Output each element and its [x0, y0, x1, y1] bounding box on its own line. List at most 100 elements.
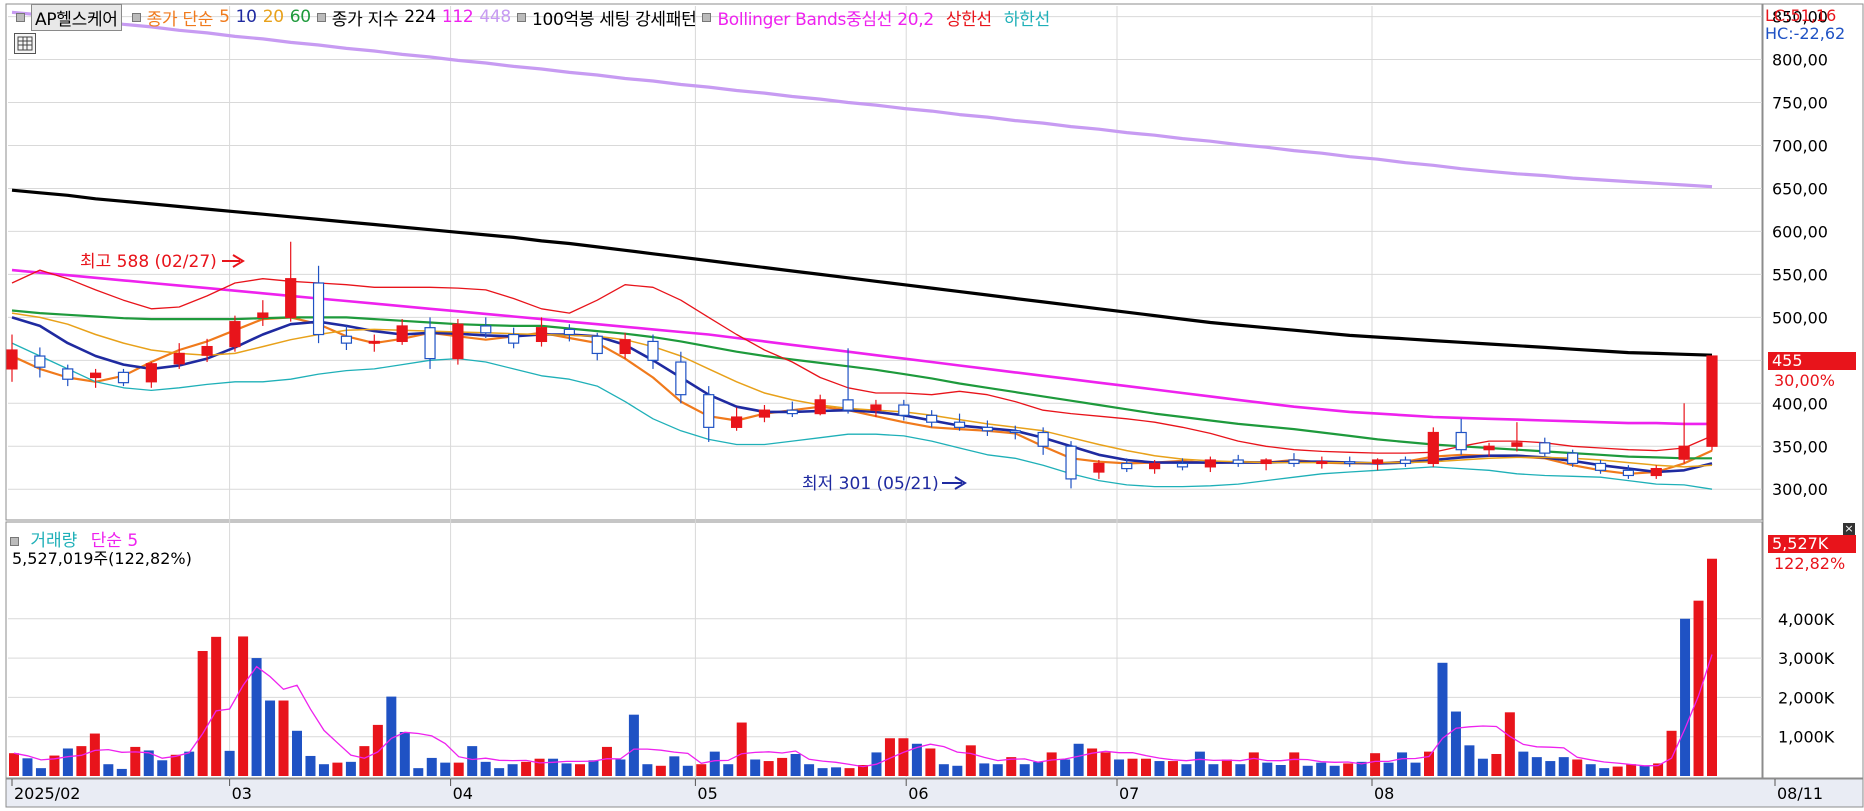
- candle[interactable]: [452, 319, 464, 365]
- ma20-label[interactable]: 20: [263, 7, 284, 27]
- volume-bar[interactable]: [1464, 745, 1475, 776]
- volume-bar[interactable]: [426, 757, 437, 776]
- volume-bar[interactable]: [979, 763, 990, 776]
- volume-bar[interactable]: [1639, 765, 1650, 776]
- volume-bar[interactable]: [1154, 761, 1165, 776]
- volume-bar[interactable]: [1572, 759, 1583, 776]
- volume-bar[interactable]: [1248, 752, 1259, 776]
- volume-bar[interactable]: [817, 768, 828, 776]
- volume-bar[interactable]: [938, 764, 949, 776]
- volume-bar[interactable]: [548, 758, 559, 776]
- volume-bar[interactable]: [1666, 730, 1677, 776]
- volume-bar[interactable]: [211, 636, 222, 776]
- volume-bar[interactable]: [507, 764, 518, 776]
- volume-bar[interactable]: [1141, 758, 1151, 776]
- volume-bar[interactable]: [777, 757, 788, 776]
- volume-bar[interactable]: [292, 730, 302, 776]
- volume-bar[interactable]: [197, 650, 208, 776]
- volume-bar[interactable]: [655, 765, 666, 776]
- ma10-label[interactable]: 10: [236, 7, 257, 27]
- volume-bar[interactable]: [1707, 558, 1717, 776]
- ema-label[interactable]: 종가 지수: [332, 5, 399, 30]
- volume-bar[interactable]: [1019, 764, 1030, 776]
- volume-bar[interactable]: [1046, 752, 1057, 776]
- volume-bar[interactable]: [359, 746, 370, 776]
- volume-bar[interactable]: [1073, 743, 1084, 776]
- volume-bar[interactable]: [345, 761, 356, 776]
- ema112-label[interactable]: 112: [442, 7, 474, 27]
- volume-bar[interactable]: [89, 733, 100, 776]
- volume-bar[interactable]: [1424, 751, 1434, 776]
- volume-bar[interactable]: [184, 751, 195, 776]
- volume-bar[interactable]: [521, 761, 532, 776]
- volume-bar[interactable]: [1262, 762, 1273, 776]
- volume-bar[interactable]: [1167, 761, 1178, 776]
- volume-bar[interactable]: [399, 731, 410, 776]
- volume-bar[interactable]: [1208, 764, 1219, 776]
- volume-bar[interactable]: [561, 763, 572, 776]
- volume-bar[interactable]: [952, 765, 963, 776]
- volume-bar[interactable]: [804, 764, 815, 776]
- volume-bar[interactable]: [992, 764, 1003, 776]
- volume-bar[interactable]: [750, 759, 761, 776]
- volume-bar[interactable]: [1437, 662, 1448, 776]
- volume-bar[interactable]: [1316, 762, 1327, 776]
- volume-bar[interactable]: [1329, 765, 1340, 776]
- volume-bar[interactable]: [35, 768, 46, 776]
- volume-bar[interactable]: [1343, 763, 1354, 776]
- volume-bar[interactable]: [925, 748, 936, 776]
- volume-bar[interactable]: [332, 762, 343, 776]
- volume-bar[interactable]: [1114, 759, 1125, 776]
- volume-bar[interactable]: [318, 764, 329, 776]
- volume-bar[interactable]: [534, 758, 545, 776]
- volume-bar[interactable]: [1397, 752, 1408, 776]
- volume-bar[interactable]: [1491, 753, 1502, 776]
- volume-bar[interactable]: [224, 750, 235, 776]
- volume-bar[interactable]: [1612, 766, 1623, 776]
- volume-bar[interactable]: [965, 745, 976, 776]
- volume-bar[interactable]: [1181, 764, 1192, 776]
- volume-bar[interactable]: [1545, 761, 1556, 776]
- volume-bar[interactable]: [1504, 712, 1515, 776]
- ma5-label[interactable]: 5: [219, 7, 230, 27]
- price-panel[interactable]: [5, 3, 1763, 521]
- volume-bar[interactable]: [1693, 600, 1704, 776]
- volume-bar[interactable]: [669, 756, 680, 776]
- bb-lower-label[interactable]: 하한선: [1004, 5, 1050, 30]
- volume-bar[interactable]: [588, 760, 599, 776]
- volume-bar[interactable]: [1127, 758, 1138, 776]
- volume-bar[interactable]: [1302, 765, 1313, 776]
- volume-bar[interactable]: [62, 748, 73, 776]
- volume-bar[interactable]: [642, 764, 653, 776]
- volume-bar[interactable]: [157, 760, 168, 776]
- volume-bar[interactable]: [9, 753, 19, 776]
- grid-table-icon[interactable]: [14, 33, 36, 54]
- ema448-label[interactable]: 448: [479, 7, 511, 27]
- volume-bar[interactable]: [22, 758, 33, 776]
- volume-bar[interactable]: [628, 714, 639, 776]
- bb-upper-label[interactable]: 상한선: [946, 5, 992, 30]
- volume-bar[interactable]: [709, 751, 720, 776]
- volume-bar[interactable]: [305, 755, 316, 776]
- volume-bar[interactable]: [116, 768, 127, 776]
- volume-bar[interactable]: [1531, 757, 1542, 776]
- ma60-label[interactable]: 60: [290, 7, 311, 27]
- volume-bar[interactable]: [1383, 762, 1394, 776]
- volume-bar[interactable]: [1060, 759, 1071, 776]
- volume-bar[interactable]: [453, 762, 464, 776]
- volume-bar[interactable]: [1275, 764, 1286, 776]
- volume-bar[interactable]: [790, 753, 801, 776]
- stock-name-button[interactable]: AP헬스케어: [31, 3, 122, 31]
- volume-bar[interactable]: [1518, 751, 1529, 776]
- pattern-label[interactable]: 100억봉 세팅 강세패턴: [532, 5, 697, 30]
- volume-bar[interactable]: [1194, 751, 1205, 776]
- candle[interactable]: [1706, 355, 1718, 451]
- volume-bar[interactable]: [467, 746, 478, 776]
- volume-bar[interactable]: [413, 768, 424, 776]
- volume-bar[interactable]: [278, 700, 289, 776]
- volume-bar[interactable]: [1558, 757, 1569, 776]
- volume-bar[interactable]: [1450, 711, 1461, 776]
- volume-bar[interactable]: [480, 761, 491, 776]
- volume-bar[interactable]: [1599, 768, 1610, 776]
- volume-bar[interactable]: [575, 764, 585, 776]
